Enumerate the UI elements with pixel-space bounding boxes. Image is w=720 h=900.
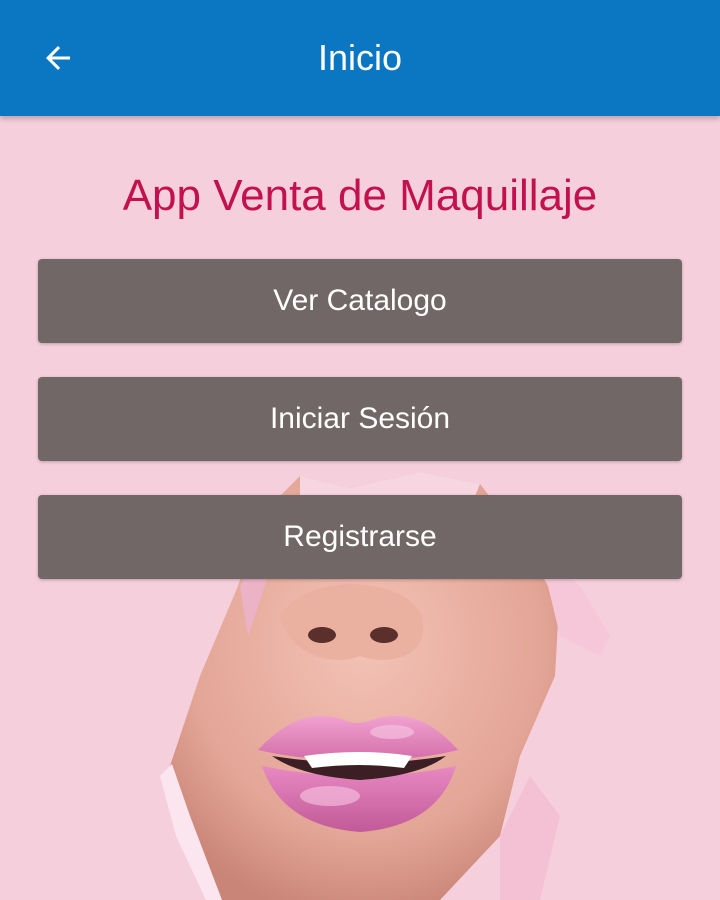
app-title: App Venta de Maquillaje bbox=[122, 171, 598, 220]
main-content: App Venta de Maquillaje Ver Catalogo Ini… bbox=[0, 116, 720, 900]
register-button[interactable]: Registrarse bbox=[38, 495, 682, 579]
login-button[interactable]: Iniciar Sesión bbox=[38, 377, 682, 461]
app-bar: Inicio bbox=[0, 0, 720, 116]
view-catalog-button[interactable]: Ver Catalogo bbox=[38, 259, 682, 343]
page-title: Inicio bbox=[317, 37, 403, 78]
